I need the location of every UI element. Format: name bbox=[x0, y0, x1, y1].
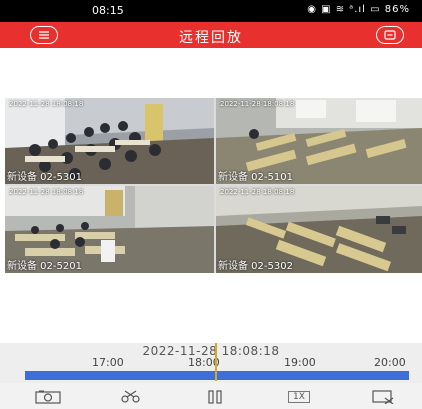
camera-icon bbox=[35, 390, 61, 404]
timeline-tick: 17:00 bbox=[92, 356, 124, 369]
status-icons: ◉ ▣ ≋ ᵃ.ıl ▭ 86% bbox=[307, 4, 410, 15]
playback-toolbar: 1X bbox=[0, 383, 422, 409]
speed-button[interactable]: 1X bbox=[284, 389, 314, 405]
timeline-tick: 19:00 bbox=[284, 356, 316, 369]
snapshot-button[interactable] bbox=[33, 389, 63, 405]
video-tile[interactable]: 2022-11-28 18:08:18 新设备 02-5302 bbox=[216, 186, 422, 273]
video-tile[interactable]: 2022-11-28 18:08:18 新设备 02-5301 bbox=[5, 98, 214, 184]
camera-label: 新设备 02-5301 bbox=[7, 172, 82, 183]
video-timestamp: 2022-11-28 18:08:18 bbox=[220, 188, 295, 196]
exit-fullscreen-icon bbox=[372, 390, 394, 404]
clip-button[interactable] bbox=[116, 389, 146, 405]
video-timestamp: 2022-11-28 18:08:18 bbox=[220, 100, 295, 108]
pause-icon bbox=[208, 390, 222, 404]
list-icon bbox=[384, 30, 396, 40]
list-button[interactable] bbox=[376, 26, 404, 44]
playhead-cursor[interactable] bbox=[215, 343, 217, 381]
pause-button[interactable] bbox=[200, 389, 230, 405]
video-grid: 2022-11-28 18:08:18 新设备 02-5301 2022-11-… bbox=[5, 98, 422, 273]
exit-button[interactable] bbox=[368, 389, 398, 405]
timeline-tick: 20:00 bbox=[374, 356, 406, 369]
speed-label: 1X bbox=[288, 391, 310, 403]
video-tile[interactable]: 2022-11-28 18:08:18 新设备 02-5201 bbox=[5, 186, 214, 273]
video-tile[interactable]: 2022-11-28 18:08:18 新设备 02-5101 bbox=[216, 98, 422, 184]
video-timestamp: 2022-11-28 18:08:18 bbox=[9, 188, 84, 196]
recording-bar[interactable] bbox=[25, 371, 409, 380]
video-timestamp: 2022-11-28 18:08:18 bbox=[9, 100, 84, 108]
page-title: 远程回放 bbox=[179, 30, 243, 46]
status-bar: 08:15 ◉ ▣ ≋ ᵃ.ıl ▭ 86% bbox=[0, 0, 422, 22]
camera-label: 新设备 02-5201 bbox=[7, 261, 82, 272]
camera-label: 新设备 02-5302 bbox=[218, 261, 293, 272]
title-bar: 远程回放 bbox=[0, 22, 422, 48]
camera-label: 新设备 02-5101 bbox=[218, 172, 293, 183]
status-time: 08:15 bbox=[92, 4, 124, 17]
scissors-icon bbox=[121, 390, 140, 403]
